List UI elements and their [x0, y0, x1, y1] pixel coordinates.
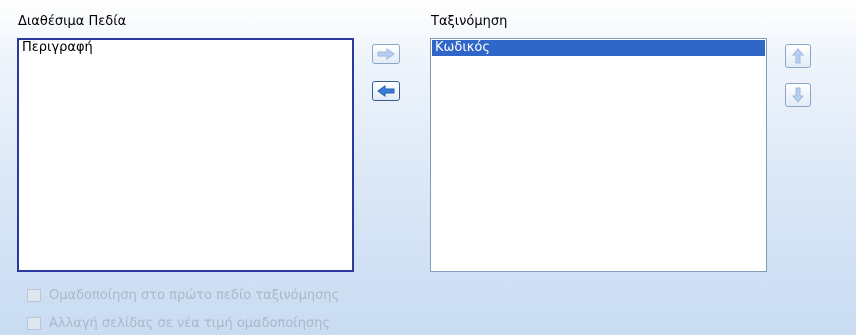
arrow-up-icon	[792, 48, 804, 64]
move-left-button[interactable]	[372, 81, 400, 101]
arrow-left-icon	[377, 85, 395, 97]
sorting-label: Ταξινόμηση	[431, 14, 508, 29]
checkbox[interactable]	[27, 317, 41, 330]
arrow-down-icon	[792, 87, 804, 103]
page-break-option[interactable]: Αλλαγή σελίδας σε νέα τιμή ομαδοποίησης	[27, 316, 330, 331]
move-down-button[interactable]	[785, 83, 811, 107]
checkbox-label: Ομαδοποίηση στο πρώτο πεδίο ταξινόμησης	[49, 288, 340, 303]
checkbox-label: Αλλαγή σελίδας σε νέα τιμή ομαδοποίησης	[49, 316, 331, 331]
group-first-field-option[interactable]: Ομαδοποίηση στο πρώτο πεδίο ταξινόμησης	[27, 288, 339, 303]
move-up-button[interactable]	[785, 44, 811, 68]
available-fields-label: Διαθέσιμα Πεδία	[18, 14, 127, 29]
move-right-button[interactable]	[372, 44, 400, 64]
list-item[interactable]: Περιγραφή	[19, 40, 352, 56]
sorting-list[interactable]: Κωδικός	[430, 38, 767, 272]
checkbox[interactable]	[27, 289, 41, 302]
arrow-right-icon	[377, 48, 395, 60]
list-item-selected[interactable]: Κωδικός	[432, 40, 765, 56]
available-fields-list[interactable]: Περιγραφή	[17, 38, 354, 272]
